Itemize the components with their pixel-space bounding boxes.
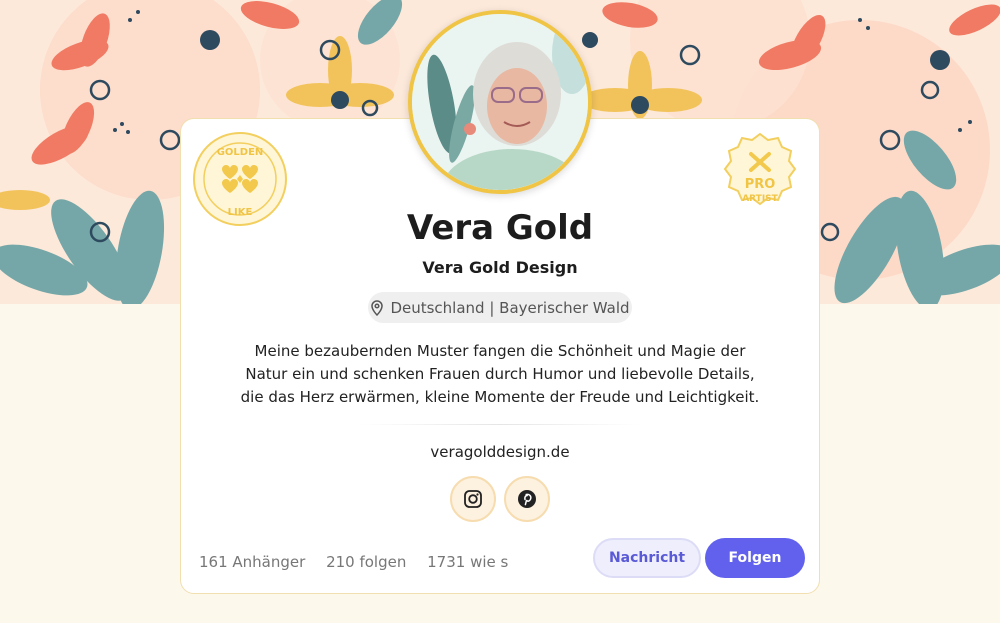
likes-count: 1731 wie s (427, 553, 509, 571)
location-pin-icon (371, 299, 384, 316)
bio-line: Meine bezaubernden Muster fangen die Sch… (254, 342, 746, 360)
website-link[interactable]: veragolddesign.de (0, 443, 1000, 461)
pinterest-icon (518, 490, 536, 508)
divider (360, 424, 640, 425)
pinterest-button[interactable] (504, 476, 550, 522)
pro-text: PRO (745, 177, 776, 192)
bio-line: Natur ein und schenken Frauen durch Humo… (245, 365, 755, 383)
followers-count[interactable]: 161 Anhänger (199, 553, 305, 571)
location-pill: Deutschland | Bayerischer Wald (368, 292, 632, 323)
instagram-icon (464, 490, 482, 508)
profile-name: Vera Gold (406, 208, 594, 248)
avatar[interactable] (408, 10, 592, 194)
instagram-button[interactable] (450, 476, 496, 522)
avatar-photo (412, 14, 588, 190)
profile-stats: 161 Anhänger 210 folgen 1731 wie s (199, 553, 524, 571)
message-button[interactable]: Nachricht (593, 538, 701, 578)
bio-line: die das Herz erwärmen, kleine Momente de… (240, 388, 760, 406)
golden-like-top-text: GOLDEN (217, 147, 264, 158)
artist-text: ARTIST (742, 194, 778, 204)
follow-button[interactable]: Folgen (705, 538, 805, 578)
location-text: Deutschland | Bayerischer Wald (390, 298, 630, 317)
following-count[interactable]: 210 folgen (326, 553, 406, 571)
profile-company: Vera Gold Design (422, 258, 578, 277)
profile-bio: Meine bezaubernden Muster fangen die Sch… (240, 340, 760, 409)
